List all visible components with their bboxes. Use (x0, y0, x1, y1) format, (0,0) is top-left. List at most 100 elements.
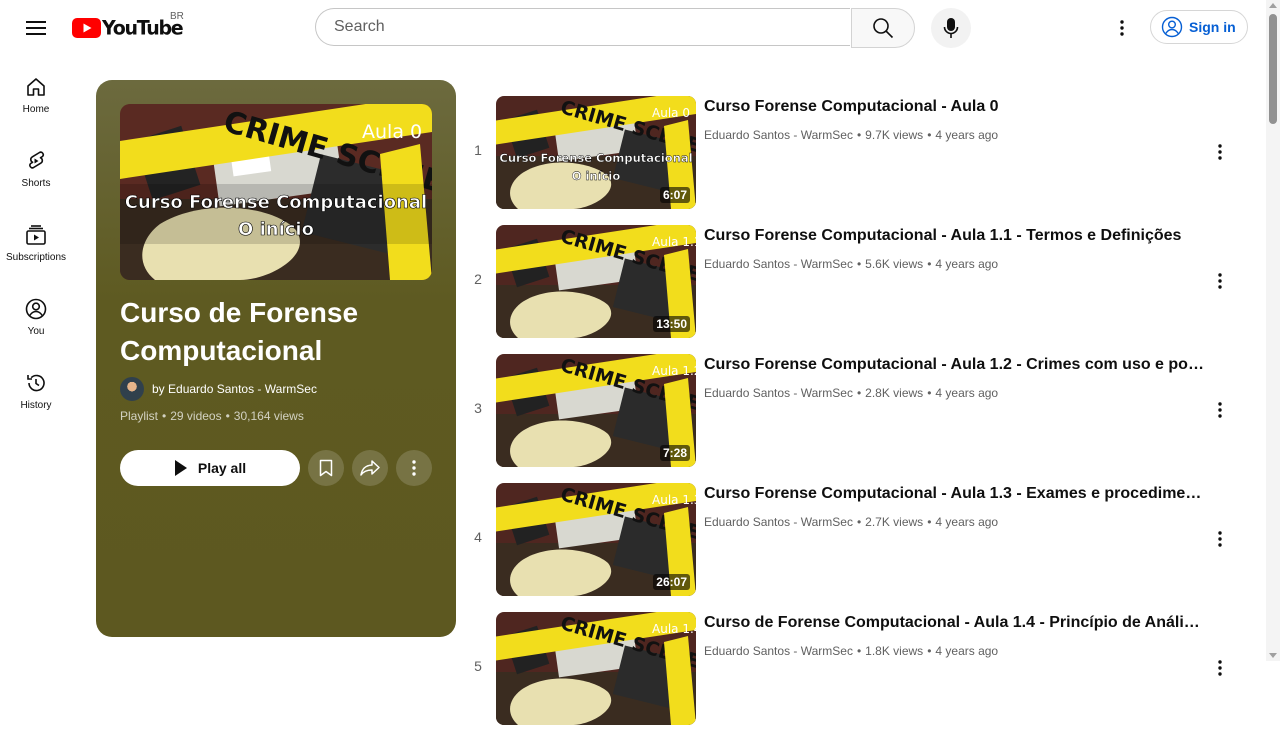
video-metadata: Eduardo Santos - WarmSec • 5.6K views • 4 ye… (704, 257, 999, 271)
playlist-owner: by Eduardo Santos - WarmSec (120, 377, 317, 401)
playlist-video-row[interactable]: 4 CRIME SCENE Aula 1.3 26:07 Curso Foren… (466, 483, 1256, 612)
video-metadata: Eduardo Santos - WarmSec • 9.7K views • 4 ye… (704, 128, 999, 142)
search-button[interactable] (851, 8, 915, 48)
video-thumbnail[interactable]: CRIME SCENE Aula 1.1 13:50 (496, 225, 696, 338)
more-vertical-icon (412, 460, 416, 476)
video-age: 4 years ago (935, 257, 999, 271)
more-vertical-icon (1120, 20, 1124, 36)
video-channel-link[interactable]: Eduardo Santos - WarmSec (704, 128, 853, 142)
thumbnail-lesson-text: Aula 1.4 (652, 622, 696, 636)
owner-avatar[interactable] (120, 377, 144, 401)
owner-name: Eduardo Santos - WarmSec (168, 382, 317, 396)
playlist-more-button[interactable] (396, 450, 432, 486)
guide-item-label: Subscriptions (5, 252, 67, 263)
video-more-actions-button[interactable] (1204, 394, 1236, 426)
playlist-thumbnail[interactable]: CRIME SCENE Aula 0 Curso Forense Computa… (120, 104, 432, 280)
video-age: 4 years ago (935, 386, 999, 400)
playlist-video-row[interactable]: 5 CRIME SCENE Aula 1.4 Curso de Forense … (466, 612, 1256, 741)
guide-item-you[interactable]: You (0, 278, 72, 352)
video-thumbnail-image: CRIME SCENE Aula 1.4 (496, 612, 696, 725)
video-views: 2.8K views (865, 386, 924, 400)
play-all-button[interactable]: Play all (120, 450, 300, 486)
thumbnail-title-line1: Curso Forense Computacional (125, 192, 427, 213)
video-age: 4 years ago (935, 128, 999, 142)
video-title-link[interactable]: Curso de Forense Computacional - Aula 1.… (704, 614, 1204, 632)
youtube-logo-link[interactable]: YouTube (72, 16, 184, 40)
search-box (315, 8, 850, 46)
video-thumbnail[interactable]: CRIME SCENE Aula 1.4 (496, 612, 696, 725)
bookmark-icon (319, 459, 333, 477)
search-icon (873, 18, 894, 39)
crime-scene-thumbnail-image: CRIME SCENE Aula 0 Curso Forense Computa… (120, 104, 432, 280)
search-input[interactable] (332, 17, 850, 37)
you-icon (25, 298, 47, 320)
video-more-actions-button[interactable] (1204, 265, 1236, 297)
video-more-actions-button[interactable] (1204, 652, 1236, 684)
playlist-video-row[interactable]: 2 CRIME SCENE Aula 1.1 13:50 Curso Foren… (466, 225, 1256, 354)
video-channel-link[interactable]: Eduardo Santos - WarmSec (704, 644, 853, 658)
save-playlist-button[interactable] (308, 450, 344, 486)
playlist-video-count: 29 videos (170, 409, 222, 423)
video-title-link[interactable]: Curso Forense Computacional - Aula 0 (704, 98, 1204, 116)
playlist-video-list: 1 CRIME SCENE Aula 0 Curso Forense Compu… (466, 96, 1256, 741)
more-vertical-icon (1218, 402, 1222, 418)
video-thumbnail[interactable]: CRIME SCENE Aula 1.3 26:07 (496, 483, 696, 596)
video-duration-badge: 6:07 (659, 187, 690, 203)
microphone-icon (943, 18, 959, 38)
thumbnail-lesson-text: Aula 0 (652, 106, 690, 120)
scrollbar-thumb[interactable] (1269, 14, 1277, 124)
youtube-play-logo-icon (72, 18, 101, 38)
video-more-actions-button[interactable] (1204, 523, 1236, 555)
video-index: 4 (474, 529, 482, 545)
sign-in-button[interactable]: Sign in (1150, 10, 1248, 44)
thumbnail-lesson-text: Aula 1.3 (652, 493, 696, 507)
mini-guide: Home Shorts Subscriptions You History (0, 56, 72, 426)
playlist-views: 30,164 views (233, 409, 304, 423)
video-views: 1.8K views (865, 644, 924, 658)
video-thumbnail[interactable]: CRIME SCENE Aula 0 Curso Forense Computa… (496, 96, 696, 209)
playlist-header-card: CRIME SCENE Aula 0 Curso Forense Computa… (96, 80, 456, 637)
playlist-video-row[interactable]: 3 CRIME SCENE Aula 1.2 7:28 Curso Forens… (466, 354, 1256, 483)
guide-item-history[interactable]: History (0, 352, 72, 426)
video-age: 4 years ago (935, 644, 999, 658)
voice-search-button[interactable] (931, 8, 971, 48)
sign-in-label: Sign in (1189, 19, 1236, 35)
settings-more-button[interactable] (1102, 8, 1142, 48)
video-duration-badge: 13:50 (653, 316, 690, 332)
guide-item-label: You (27, 326, 45, 337)
share-playlist-button[interactable] (352, 450, 388, 486)
guide-item-shorts[interactable]: Shorts (0, 130, 72, 204)
page-scrollbar[interactable] (1266, 0, 1280, 661)
playlist-stats: Playlist • 29 videos • 30,164 views (120, 409, 304, 423)
guide-item-subscriptions[interactable]: Subscriptions (0, 204, 72, 278)
thumbnail-lesson-text: Aula 1.2 (652, 364, 696, 378)
video-title-link[interactable]: Curso Forense Computacional - Aula 1.2 -… (704, 356, 1204, 374)
video-more-actions-button[interactable] (1204, 136, 1236, 168)
playlist-video-row[interactable]: 1 CRIME SCENE Aula 0 Curso Forense Compu… (466, 96, 1256, 225)
video-metadata: Eduardo Santos - WarmSec • 2.7K views • 4 ye… (704, 515, 999, 529)
playlist-type: Playlist (120, 409, 159, 423)
owner-name-link[interactable]: by Eduardo Santos - WarmSec (152, 382, 317, 396)
video-channel-link[interactable]: Eduardo Santos - WarmSec (704, 257, 853, 271)
video-index: 1 (474, 142, 482, 158)
play-icon (174, 460, 187, 476)
video-thumbnail[interactable]: CRIME SCENE Aula 1.2 7:28 (496, 354, 696, 467)
video-views: 9.7K views (865, 128, 924, 142)
guide-menu-button[interactable] (16, 8, 56, 48)
shorts-icon (29, 151, 45, 169)
thumbnail-lesson-text: Aula 0 (362, 121, 422, 143)
video-title-link[interactable]: Curso Forense Computacional - Aula 1.3 -… (704, 485, 1204, 503)
video-title-link[interactable]: Curso Forense Computacional - Aula 1.1 -… (704, 227, 1204, 245)
video-index: 2 (474, 271, 482, 287)
scroll-up-arrow-icon[interactable] (1269, 3, 1277, 8)
guide-item-label: Shorts (21, 178, 51, 189)
scroll-down-arrow-icon[interactable] (1269, 653, 1277, 658)
video-channel-link[interactable]: Eduardo Santos - WarmSec (704, 386, 853, 400)
video-age: 4 years ago (935, 515, 999, 529)
history-icon (27, 374, 45, 392)
video-metadata: Eduardo Santos - WarmSec • 2.8K views • 4 ye… (704, 386, 999, 400)
guide-item-home[interactable]: Home (0, 56, 72, 130)
video-channel-link[interactable]: Eduardo Santos - WarmSec (704, 515, 853, 529)
thumbnail-title-line1: Curso Forense Computacional (499, 151, 692, 165)
thumbnail-title-line2: O início (572, 169, 621, 183)
